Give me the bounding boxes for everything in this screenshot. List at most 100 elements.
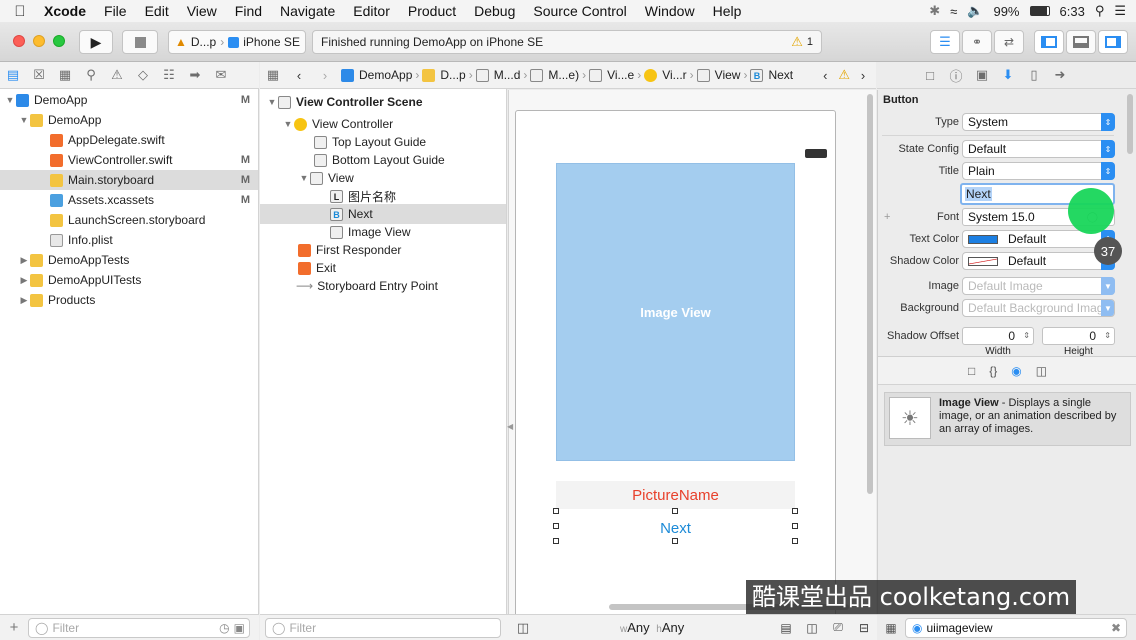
title-type-popup[interactable]: Plain ⇕ xyxy=(962,162,1115,180)
jump-item[interactable]: Vi...e xyxy=(586,68,637,82)
connections-inspector-icon[interactable]: ➜ xyxy=(1047,67,1073,83)
jump-item[interactable]: D...p xyxy=(419,68,468,82)
background-combo[interactable]: Default Background Image ▼ xyxy=(962,299,1115,317)
identity-inspector-icon[interactable]: ▣ xyxy=(969,67,995,83)
outline-bottom-layout-guide[interactable]: Bottom Layout Guide xyxy=(260,150,506,170)
run-button[interactable]: ▶ xyxy=(79,30,113,54)
hierarchy-navigator-tab-icon[interactable]: ▦ xyxy=(52,67,78,83)
nav-row-project[interactable]: ▼ DemoApp M xyxy=(0,90,258,110)
inspector-scrollbar[interactable] xyxy=(1127,94,1133,154)
nav-row-group[interactable]: ▶ DemoAppTests xyxy=(0,250,258,270)
outline-exit[interactable]: Exit xyxy=(260,258,506,278)
related-items-icon[interactable]: ▦ xyxy=(260,67,286,83)
minimize-window-button[interactable] xyxy=(33,35,45,47)
warning-indicator[interactable]: ⚠ 1 xyxy=(791,34,813,50)
shadow-offset-height-field[interactable]: 0 ⇕ xyxy=(1042,327,1115,345)
notification-center-icon[interactable]: ☰ xyxy=(1114,3,1126,19)
back-chevron-icon[interactable]: ‹ xyxy=(286,68,312,83)
shadow-color-popup[interactable]: Default⇕ xyxy=(962,252,1115,270)
image-view[interactable]: Image View xyxy=(556,163,795,461)
issue-navigator-tab-icon[interactable]: ⚠ xyxy=(104,67,130,83)
code-snippet-library-icon[interactable]: {} xyxy=(989,364,997,378)
battery-icon[interactable] xyxy=(1029,6,1050,16)
nav-row-file-selected[interactable]: Main.storyboard M xyxy=(0,170,258,190)
disclosure-open-icon[interactable]: ▼ xyxy=(4,95,16,105)
outline-view[interactable]: ▼ View xyxy=(260,168,506,188)
size-class-control[interactable]: wAny hAny xyxy=(620,620,684,635)
debug-navigator-tab-icon[interactable]: ☷ xyxy=(156,67,182,83)
state-config-popup[interactable]: Default ⇕ xyxy=(962,140,1115,158)
spotlight-search-icon[interactable]: ⚲ xyxy=(1095,3,1105,19)
resize-handle[interactable] xyxy=(672,538,678,544)
battery-percent[interactable]: 99% xyxy=(993,4,1019,19)
scheme-selector[interactable]: ▲ D...p › iPhone SE xyxy=(168,30,306,54)
image-combo[interactable]: Default Image ▼ xyxy=(962,277,1115,295)
resize-handle[interactable] xyxy=(553,538,559,544)
disclosure-open-icon[interactable]: ▼ xyxy=(266,97,278,107)
menu-debug[interactable]: Debug xyxy=(465,3,524,19)
align-icon[interactable]: ◫ xyxy=(799,621,825,635)
grid-view-icon[interactable]: ▦ xyxy=(877,621,905,635)
stepper-icon[interactable]: ⇕ xyxy=(1104,328,1111,344)
wifi-icon[interactable]: ≈ xyxy=(950,4,957,19)
size-inspector-icon[interactable]: ▯ xyxy=(1021,67,1047,83)
volume-icon[interactable]: 🔈 xyxy=(967,3,983,19)
outline-filter-input[interactable]: ◯ Filter xyxy=(265,617,501,638)
close-window-button[interactable] xyxy=(13,35,25,47)
menu-help[interactable]: Help xyxy=(704,3,751,19)
canvas-collapse-handle[interactable]: ◀ xyxy=(507,422,513,434)
stepper-icon[interactable]: ⇕ xyxy=(1023,328,1030,344)
project-navigator-tab-icon[interactable]: ▤ xyxy=(0,67,26,83)
disclosure-open-icon[interactable]: ▼ xyxy=(298,173,310,183)
add-file-icon[interactable]: + xyxy=(0,619,28,636)
outline-entry-point[interactable]: ⟶ Storyboard Entry Point xyxy=(260,276,506,296)
file-inspector-icon[interactable]: □ xyxy=(917,68,943,83)
object-library-icon[interactable]: ◉ xyxy=(1011,364,1021,378)
toggle-navigator-button[interactable] xyxy=(1034,30,1064,54)
menu-file[interactable]: File xyxy=(95,3,136,19)
media-library-icon[interactable]: ◫ xyxy=(1036,364,1047,378)
menu-find[interactable]: Find xyxy=(226,3,271,19)
jump-item[interactable]: DemoApp xyxy=(338,68,415,82)
nav-row-file[interactable]: ViewController.swift M xyxy=(0,150,258,170)
test-navigator-tab-icon[interactable]: ◇ xyxy=(130,67,156,83)
outline-top-layout-guide[interactable]: Top Layout Guide xyxy=(260,132,506,152)
jump-item[interactable]: View xyxy=(694,68,744,82)
menu-editor[interactable]: Editor xyxy=(344,3,399,19)
shadow-offset-width-field[interactable]: 0 ⇕ xyxy=(962,327,1034,345)
report-navigator-tab-icon[interactable]: ✉ xyxy=(208,67,234,83)
menu-window[interactable]: Window xyxy=(636,3,704,19)
resize-handle[interactable] xyxy=(792,538,798,544)
nav-row-file[interactable]: Info.plist xyxy=(0,230,258,250)
menu-product[interactable]: Product xyxy=(399,3,465,19)
disclosure-closed-icon[interactable]: ▶ xyxy=(18,275,30,286)
add-variation-icon[interactable]: + xyxy=(884,211,890,223)
disclosure-closed-icon[interactable]: ▶ xyxy=(18,255,30,266)
resize-handle[interactable] xyxy=(792,508,798,514)
outline-button-selected[interactable]: B Next xyxy=(260,204,506,224)
resize-handle[interactable] xyxy=(553,508,559,514)
clear-search-icon[interactable]: ✖ xyxy=(1111,621,1126,635)
attributes-inspector-icon[interactable]: ⬇ xyxy=(995,67,1021,83)
disclosure-closed-icon[interactable]: ▶ xyxy=(18,295,30,306)
resize-handle[interactable] xyxy=(672,508,678,514)
jump-item[interactable]: M...d xyxy=(473,68,524,82)
navigator-filter-input[interactable]: ◯ Filter ◷ ▣ xyxy=(28,617,250,638)
outline-first-responder[interactable]: First Responder xyxy=(260,240,506,260)
nav-row-group-demoapp[interactable]: ▼ DemoApp xyxy=(0,110,258,130)
menu-source-control[interactable]: Source Control xyxy=(524,3,635,19)
disclosure-open-icon[interactable]: ▼ xyxy=(18,115,30,125)
file-template-library-icon[interactable]: □ xyxy=(968,364,975,378)
library-filter-input[interactable]: ◉ uiimageview ✖ xyxy=(905,617,1127,638)
toggle-debug-area-button[interactable] xyxy=(1066,30,1096,54)
pin-icon[interactable]: ⎚ xyxy=(825,620,851,635)
forward-chevron-icon[interactable]: › xyxy=(312,68,338,83)
assistant-editor-button[interactable]: ⚭ xyxy=(962,30,992,54)
menu-app[interactable]: Xcode xyxy=(40,3,95,19)
storyboard-canvas[interactable]: Image View PictureName Next xyxy=(508,90,876,620)
quick-help-icon[interactable]: ⓘ xyxy=(943,66,969,85)
outline-label[interactable]: L 图片名称 xyxy=(260,186,506,206)
view-controller-frame[interactable]: Image View PictureName Next xyxy=(515,110,836,620)
resolve-issues-icon[interactable]: ⊟ xyxy=(851,621,877,635)
jump-item[interactable]: B Next xyxy=(747,68,796,82)
